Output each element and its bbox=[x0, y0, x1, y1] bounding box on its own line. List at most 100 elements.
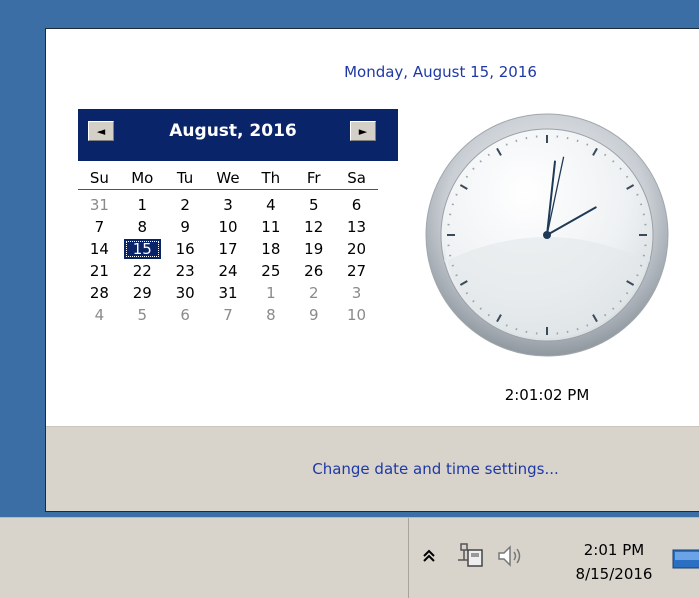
weekday-header-row: SuMoTuWeThFrSa bbox=[78, 161, 378, 190]
next-month-button[interactable]: ► bbox=[350, 121, 376, 141]
calendar-day[interactable]: 10 bbox=[335, 305, 378, 325]
minute-tick bbox=[452, 265, 454, 266]
calendar-day[interactable]: 31 bbox=[207, 283, 250, 303]
calendar-day[interactable]: 7 bbox=[78, 217, 121, 237]
long-date-link[interactable]: Monday, August 15, 2016 bbox=[46, 63, 699, 81]
calendar-day[interactable]: 22 bbox=[121, 261, 164, 281]
calendar-day[interactable]: 9 bbox=[292, 305, 335, 325]
change-date-time-settings-link[interactable]: Change date and time settings... bbox=[192, 460, 559, 478]
minute-tick bbox=[466, 293, 468, 294]
calendar-day[interactable]: 3 bbox=[207, 195, 250, 215]
minute-tick bbox=[452, 204, 454, 205]
minute-tick bbox=[473, 168, 474, 169]
minute-tick bbox=[480, 161, 481, 162]
calendar-day[interactable]: 18 bbox=[249, 239, 292, 259]
calendar-week-row: 45678910 bbox=[78, 304, 378, 326]
minute-tick bbox=[456, 275, 458, 276]
weekday-label: Mo bbox=[121, 163, 164, 187]
calendar-day[interactable]: 10 bbox=[207, 217, 250, 237]
minute-tick bbox=[488, 154, 489, 156]
calendar-day[interactable]: 5 bbox=[292, 195, 335, 215]
minute-tick bbox=[637, 194, 639, 195]
calendar-day[interactable]: 8 bbox=[249, 305, 292, 325]
minute-tick bbox=[587, 144, 588, 146]
taskbar-date: 8/15/2016 bbox=[559, 562, 669, 586]
calendar-day[interactable]: 7 bbox=[207, 305, 250, 325]
notification-area: 2:01 PM 8/15/2016 bbox=[408, 518, 699, 598]
weekday-label: Su bbox=[78, 163, 121, 187]
minute-tick bbox=[516, 140, 517, 142]
calendar-day[interactable]: 1 bbox=[249, 283, 292, 303]
calendar-week-row: 28293031123 bbox=[78, 282, 378, 304]
minute-tick bbox=[506, 325, 507, 327]
calendar-day-selected[interactable]: 15 bbox=[124, 239, 161, 259]
calendar-day[interactable]: 31 bbox=[78, 195, 121, 215]
calendar-day[interactable]: 16 bbox=[164, 239, 207, 259]
calendar-day[interactable]: 19 bbox=[292, 239, 335, 259]
network-icon[interactable] bbox=[453, 538, 487, 574]
calendar: ◄ August, 2016 ► SuMoTuWeThFrSa 31123456… bbox=[78, 109, 398, 326]
minute-tick bbox=[605, 314, 606, 316]
calendar-day[interactable]: 4 bbox=[249, 195, 292, 215]
minute-tick bbox=[620, 301, 621, 302]
calendar-grid: 3112345678910111213141516171819202122232… bbox=[78, 190, 398, 326]
calendar-day[interactable]: 29 bbox=[121, 283, 164, 303]
calendar-day[interactable]: 4 bbox=[78, 305, 121, 325]
analog-clock bbox=[424, 112, 670, 358]
calendar-day[interactable]: 3 bbox=[335, 283, 378, 303]
minute-tick bbox=[605, 154, 606, 156]
minute-tick bbox=[620, 168, 621, 169]
minute-tick bbox=[473, 301, 474, 302]
calendar-day[interactable]: 8 bbox=[121, 217, 164, 237]
calendar-day[interactable]: 6 bbox=[335, 195, 378, 215]
weekday-label: Sa bbox=[335, 163, 378, 187]
calendar-day[interactable]: 25 bbox=[249, 261, 292, 281]
digital-time: 2:01:02 PM bbox=[424, 386, 670, 404]
weekday-label: Th bbox=[249, 163, 292, 187]
minute-tick bbox=[637, 275, 639, 276]
calendar-day[interactable]: 2 bbox=[164, 195, 207, 215]
calendar-day[interactable]: 9 bbox=[164, 217, 207, 237]
calendar-day[interactable]: 13 bbox=[335, 217, 378, 237]
weekday-label: We bbox=[207, 163, 250, 187]
weekday-label: Fr bbox=[292, 163, 335, 187]
calendar-day[interactable]: 11 bbox=[249, 217, 292, 237]
calendar-day[interactable]: 20 bbox=[335, 239, 378, 259]
calendar-day[interactable]: 1 bbox=[121, 195, 164, 215]
calendar-day[interactable]: 14 bbox=[78, 239, 121, 259]
taskbar-clock[interactable]: 2:01 PM 8/15/2016 bbox=[559, 538, 669, 586]
chevron-up-icon[interactable] bbox=[419, 544, 439, 568]
minute-tick bbox=[488, 314, 489, 316]
show-desktop-icon[interactable] bbox=[671, 546, 699, 572]
month-label[interactable]: August, 2016 bbox=[78, 121, 388, 141]
minute-tick bbox=[466, 176, 468, 177]
minute-tick bbox=[640, 265, 642, 266]
calendar-day[interactable]: 26 bbox=[292, 261, 335, 281]
clock-center-pin bbox=[543, 231, 551, 239]
calendar-day[interactable]: 12 bbox=[292, 217, 335, 237]
minute-tick bbox=[480, 308, 481, 309]
minute-tick bbox=[613, 308, 614, 309]
minute-tick bbox=[613, 161, 614, 162]
minute-tick bbox=[506, 144, 507, 146]
calendar-week-row: 14151617181920 bbox=[78, 238, 378, 260]
calendar-day[interactable]: 23 bbox=[164, 261, 207, 281]
calendar-day[interactable]: 21 bbox=[78, 261, 121, 281]
calendar-day[interactable]: 17 bbox=[207, 239, 250, 259]
calendar-day[interactable]: 2 bbox=[292, 283, 335, 303]
calendar-day[interactable]: 27 bbox=[335, 261, 378, 281]
calendar-day[interactable]: 28 bbox=[78, 283, 121, 303]
minute-tick bbox=[640, 204, 642, 205]
speaker-icon[interactable] bbox=[493, 540, 529, 572]
minute-tick bbox=[626, 176, 628, 177]
calendar-day[interactable]: 6 bbox=[164, 305, 207, 325]
date-time-flyout: Monday, August 15, 2016 ◄ August, 2016 ►… bbox=[45, 28, 699, 512]
minute-tick bbox=[577, 328, 578, 330]
minute-tick bbox=[456, 194, 458, 195]
calendar-week-row: 31123456 bbox=[78, 194, 378, 216]
taskbar: 2:01 PM 8/15/2016 bbox=[0, 517, 699, 598]
calendar-day[interactable]: 5 bbox=[121, 305, 164, 325]
calendar-day[interactable]: 24 bbox=[207, 261, 250, 281]
calendar-day[interactable]: 30 bbox=[164, 283, 207, 303]
weekday-label: Tu bbox=[164, 163, 207, 187]
